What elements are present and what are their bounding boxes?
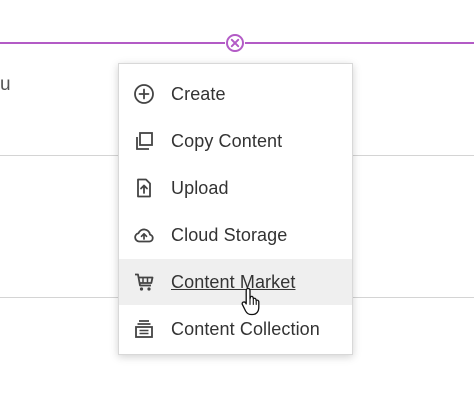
menu-item-label: Copy Content xyxy=(171,130,283,151)
menu-item-cloud-storage[interactable]: Cloud Storage xyxy=(119,212,352,258)
close-insert-menu-button[interactable] xyxy=(225,33,245,53)
menu-item-content-collection[interactable]: Content Collection xyxy=(119,306,352,352)
menu-item-label: Upload xyxy=(171,177,229,198)
menu-item-copy-content[interactable]: Copy Content xyxy=(119,118,352,164)
menu-item-create[interactable]: Create xyxy=(119,71,352,117)
cloud-upload-icon xyxy=(132,223,156,247)
upload-icon xyxy=(132,176,156,200)
add-circle-icon xyxy=(132,82,156,106)
menu-item-content-market[interactable]: Content Market xyxy=(119,259,352,305)
collection-icon xyxy=(132,317,156,341)
cart-icon xyxy=(132,270,156,294)
menu-item-label: Cloud Storage xyxy=(171,224,288,245)
hand-cursor-icon xyxy=(241,287,260,316)
menu-item-label: Content Collection xyxy=(171,318,320,339)
copy-icon xyxy=(132,129,156,153)
add-content-menu: Create Copy Content Upload Cloud Storage xyxy=(118,63,353,355)
background-text: u xyxy=(0,74,11,95)
close-circle-icon xyxy=(226,34,244,52)
menu-item-upload[interactable]: Upload xyxy=(119,165,352,211)
menu-item-label: Content Market xyxy=(171,271,296,292)
menu-item-label: Create xyxy=(171,83,226,104)
